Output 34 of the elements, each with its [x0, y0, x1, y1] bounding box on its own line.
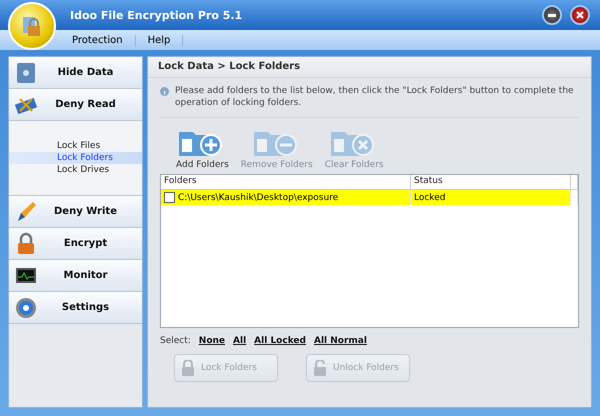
unlocked-padlock-icon — [313, 360, 327, 376]
breadcrumb: Lock Data > Lock Folders — [148, 57, 591, 78]
sidebar-item[interactable]: Lock Drives — [9, 164, 142, 176]
select-link[interactable]: All Normal — [314, 336, 367, 346]
sidebar-section[interactable]: Encrypt — [9, 228, 142, 260]
select-label: Select: — [160, 336, 191, 346]
select-link[interactable]: None — [198, 336, 226, 346]
close-button[interactable] — [570, 5, 590, 25]
checkbox[interactable] — [164, 192, 175, 203]
folder-path: C:\Users\Kaushik\Desktop\exposure — [178, 192, 338, 202]
select-link[interactable]: All Locked — [254, 336, 306, 346]
close-icon — [576, 11, 584, 19]
info-icon — [160, 87, 169, 96]
column-header — [571, 175, 578, 190]
menu-item[interactable]: Help — [136, 34, 184, 46]
minus-icon — [548, 14, 556, 16]
select-link[interactable]: All — [233, 336, 246, 346]
toolbar-button[interactable]: Add Folders — [176, 128, 229, 170]
sidebar-item[interactable]: Lock Files — [9, 140, 142, 152]
sidebar-item[interactable]: Lock Folders — [9, 152, 142, 164]
sidebar-section[interactable]: Hide Data — [9, 57, 142, 89]
table-cell: Locked — [411, 190, 571, 205]
padlock-logo-icon — [8, 2, 56, 50]
safe-icon — [14, 60, 38, 84]
window-title: Idoo File Encryption Pro 5.1 — [70, 8, 244, 22]
sidebar-section[interactable]: Deny Read — [9, 89, 142, 121]
info-text: Please add folders to the list below, then click the "Lock Folders" button to complete the operation of locking folders. — [175, 85, 575, 109]
sidebar-section[interactable]: Settings — [9, 292, 142, 324]
menu-item[interactable]: Protection — [60, 34, 136, 46]
gear-icon — [14, 296, 38, 320]
minimize-button[interactable] — [542, 5, 562, 25]
sidebar-section[interactable]: Deny Write — [9, 196, 142, 228]
padlock-icon — [181, 360, 195, 376]
sidebar-section[interactable]: Monitor — [9, 260, 142, 292]
